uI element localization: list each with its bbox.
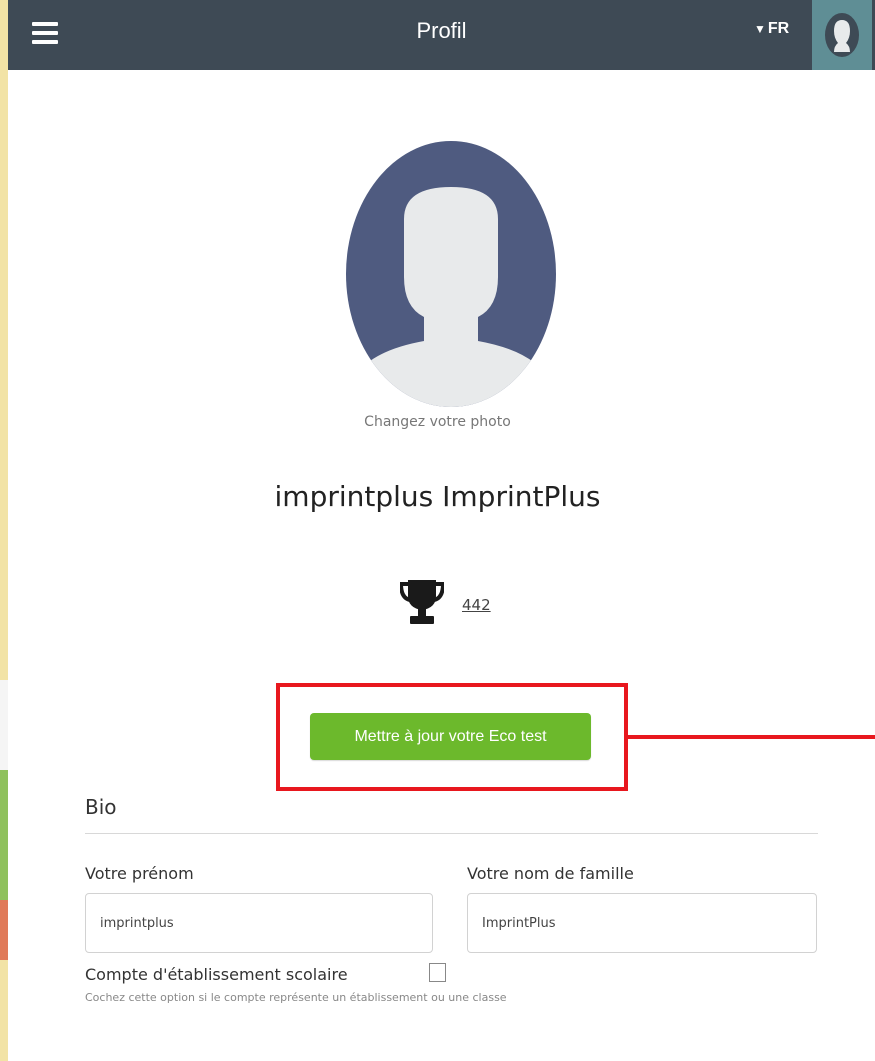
top-bar: Profil ▼ FR xyxy=(8,0,875,70)
bio-heading: Bio xyxy=(85,795,117,819)
last-name-input[interactable] xyxy=(467,893,817,953)
language-code: FR xyxy=(767,20,790,37)
last-name-label: Votre nom de famille xyxy=(467,864,634,883)
highlight-annotation-line xyxy=(628,735,875,739)
triangle-down-icon: ▼ xyxy=(754,22,766,36)
bio-divider xyxy=(85,833,818,834)
profile-photo[interactable] xyxy=(346,141,556,407)
score-link[interactable]: 442 xyxy=(462,596,491,614)
first-name-input[interactable] xyxy=(85,893,433,953)
school-account-label: Compte d'établissement scolaire xyxy=(85,965,348,984)
profile-name: imprintplus ImprintPlus xyxy=(274,480,601,513)
trophy-icon xyxy=(398,578,446,626)
user-avatar-icon xyxy=(825,13,859,57)
change-photo-link[interactable]: Changez votre photo xyxy=(0,414,875,430)
school-account-checkbox[interactable] xyxy=(429,963,446,982)
left-color-stripe xyxy=(0,0,8,1061)
page-title: Profil xyxy=(416,18,467,43)
person-silhouette-icon xyxy=(346,141,556,407)
user-avatar-button[interactable] xyxy=(812,0,872,70)
language-selector[interactable]: ▼ FR xyxy=(754,20,789,38)
first-name-label: Votre prénom xyxy=(85,864,194,883)
school-account-help: Cochez cette option si le compte représe… xyxy=(85,991,507,1004)
highlight-annotation-box xyxy=(276,683,628,791)
